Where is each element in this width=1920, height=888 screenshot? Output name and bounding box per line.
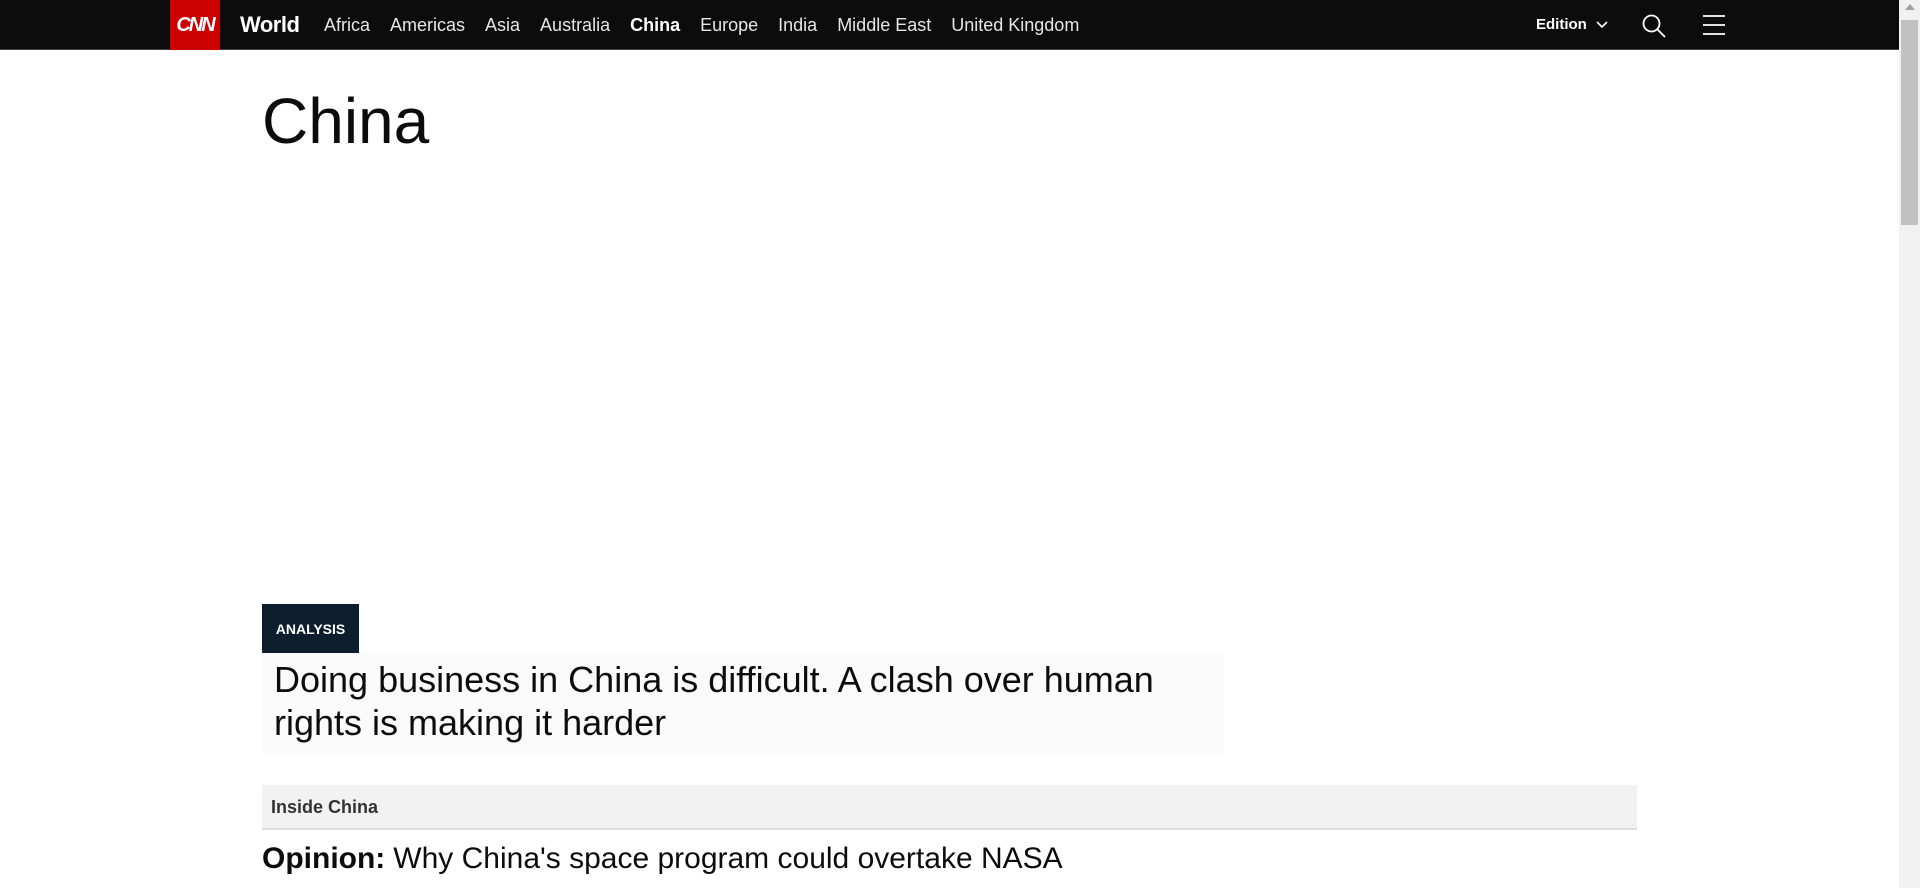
page-title: China <box>262 85 430 157</box>
scrollbar-thumb[interactable] <box>1901 20 1918 225</box>
section-world-link[interactable]: World <box>240 12 300 38</box>
edition-dropdown[interactable]: Edition <box>1536 16 1609 33</box>
analysis-badge: ANALYSIS <box>262 604 359 653</box>
inside-china-section-header: Inside China <box>262 785 1637 830</box>
scrollbar[interactable] <box>1899 0 1920 888</box>
nav-link-united-kingdom[interactable]: United Kingdom <box>951 15 1079 36</box>
chevron-down-icon <box>1596 20 1608 28</box>
top-nav: CNN World Africa Americas Asia Australia… <box>0 0 1899 50</box>
nav-link-china[interactable]: China <box>630 15 680 36</box>
opinion-prefix: Opinion: <box>262 842 386 875</box>
nav-link-americas[interactable]: Americas <box>390 15 465 36</box>
nav-link-europe[interactable]: Europe <box>700 15 758 36</box>
feature-headline-link[interactable]: Doing business in China is difficult. A … <box>262 653 1224 753</box>
edition-label: Edition <box>1536 16 1587 33</box>
nav-link-asia[interactable]: Asia <box>485 15 520 36</box>
nav-links: Africa Americas Asia Australia China Eur… <box>324 15 1079 36</box>
cnn-logo[interactable]: CNN <box>170 0 220 50</box>
hamburger-menu-icon[interactable] <box>1702 14 1726 36</box>
opinion-article-link[interactable]: Opinion: Why China's space program could … <box>262 842 1063 876</box>
opinion-title: Why China's space program could overtake… <box>393 842 1063 875</box>
search-icon[interactable] <box>1641 13 1667 39</box>
nav-link-africa[interactable]: Africa <box>324 15 370 36</box>
nav-link-australia[interactable]: Australia <box>540 15 610 36</box>
nav-link-india[interactable]: India <box>778 15 817 36</box>
nav-link-middle-east[interactable]: Middle East <box>837 15 931 36</box>
scroll-up-arrow-icon[interactable] <box>1905 4 1915 10</box>
